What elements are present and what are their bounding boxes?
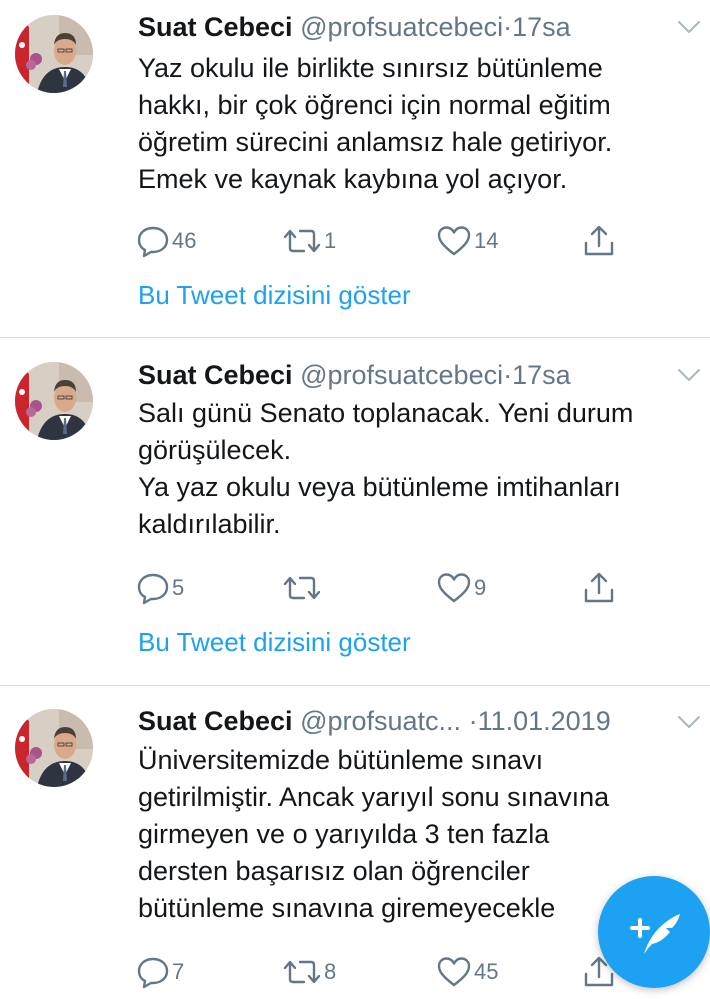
- reply-button[interactable]: 7: [136, 952, 184, 992]
- avatar[interactable]: [15, 15, 93, 93]
- author-name[interactable]: Suat Cebeci: [138, 360, 293, 390]
- avatar[interactable]: [15, 709, 93, 787]
- share-icon: [582, 224, 616, 258]
- like-button[interactable]: 14: [436, 221, 498, 261]
- retweet-count: 1: [324, 228, 337, 253]
- reply-count: 46: [172, 228, 197, 253]
- retweet-button[interactable]: 8: [282, 952, 336, 992]
- tweet-time[interactable]: 11.01.2019: [478, 706, 611, 736]
- tweet-header: Suat Cebeci @profsuatc... ·11.01.2019: [138, 703, 710, 739]
- tweet-header: Suat Cebeci @profsuatcebeci·17sa: [138, 9, 710, 45]
- like-button[interactable]: 45: [436, 952, 498, 992]
- avatar[interactable]: [15, 362, 93, 440]
- author-handle[interactable]: @profsuatcebeci: [300, 360, 503, 390]
- retweet-button[interactable]: 1: [282, 221, 336, 261]
- retweet-icon: [282, 224, 322, 258]
- tweet-time[interactable]: 17sa: [512, 12, 571, 42]
- like-count: 45: [474, 959, 499, 984]
- show-thread-link[interactable]: Bu Tweet dizisini göster: [138, 624, 411, 660]
- reply-icon: [136, 955, 170, 989]
- chevron-down-icon[interactable]: [676, 362, 702, 388]
- retweet-icon: [282, 571, 322, 605]
- tweet-time[interactable]: 17sa: [512, 360, 571, 390]
- author-name[interactable]: Suat Cebeci: [138, 706, 293, 736]
- separator-dot: ·: [503, 12, 513, 42]
- reply-icon: [136, 571, 170, 605]
- retweet-count: 8: [324, 959, 337, 984]
- like-count: 14: [474, 228, 499, 253]
- share-icon: [582, 571, 616, 605]
- tweet[interactable]: Suat Cebeci @profsuatcebeci·17sa Yaz oku…: [0, 0, 710, 337]
- tweet[interactable]: Suat Cebeci @profsuatcebeci·17sa Salı gü…: [0, 338, 710, 685]
- separator-dot: ·: [503, 360, 513, 390]
- share-button[interactable]: [582, 221, 616, 261]
- retweet-icon: [282, 955, 322, 989]
- author-handle[interactable]: @profsuatcebeci: [300, 12, 503, 42]
- chevron-down-icon[interactable]: [676, 709, 702, 735]
- heart-icon: [436, 571, 472, 605]
- tweet-actions: 5 9: [136, 568, 636, 608]
- tweet-text: Yaz okulu ile birlikte sınırsız bütünlem…: [138, 53, 613, 194]
- compose-tweet-button[interactable]: [598, 876, 710, 988]
- like-count: 9: [474, 575, 487, 600]
- show-thread-link[interactable]: Bu Tweet dizisini göster: [138, 277, 411, 313]
- reply-button[interactable]: 46: [136, 221, 196, 261]
- reply-count: 5: [172, 575, 185, 600]
- reply-button[interactable]: 5: [136, 568, 184, 608]
- separator-dot: ·: [468, 706, 478, 736]
- reply-icon: [136, 224, 170, 258]
- author-name[interactable]: Suat Cebeci: [138, 12, 293, 42]
- heart-icon: [436, 955, 472, 989]
- retweet-button[interactable]: [282, 568, 324, 608]
- tweet-actions: 7 8 45: [136, 952, 636, 992]
- tweet-text: Salı günü Senato toplanacak. Yeni durum …: [138, 398, 634, 539]
- tweet-actions: 46 1 14: [136, 221, 636, 261]
- author-handle[interactable]: @profsuatc...: [300, 706, 461, 736]
- compose-tweet-icon: [630, 914, 680, 954]
- tweet-header: Suat Cebeci @profsuatcebeci·17sa: [138, 357, 710, 393]
- heart-icon: [436, 224, 472, 258]
- share-button[interactable]: [582, 568, 616, 608]
- chevron-down-icon[interactable]: [676, 14, 702, 40]
- reply-count: 7: [172, 959, 185, 984]
- like-button[interactable]: 9: [436, 568, 486, 608]
